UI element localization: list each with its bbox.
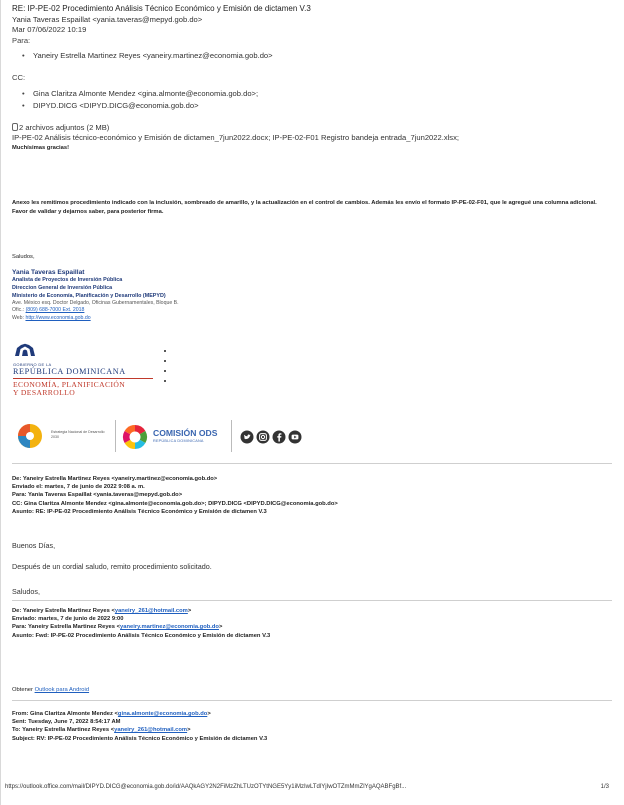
fw2-from: De: Yaneiry Estrella Martinez Reyes <yan… (12, 608, 192, 614)
email-from: Yania Taveras Espaillat <yania.taveras@m… (12, 14, 203, 24)
comision-ods-text: COMISIÓN ODS (153, 428, 218, 438)
footer-url: https://outlook.office.com/mail/DIPYD.DI… (5, 784, 407, 790)
signature-dept: Direccion General de Inversión Pública (12, 285, 113, 291)
fw3-from-link[interactable]: gina.almonte@economia.gob.do (118, 711, 207, 717)
attachments-count: 2 archivos adjuntos (2 MB) (19, 122, 110, 132)
ministry-line-2: Y DESARROLLO (13, 388, 76, 398)
fw1-subject: Asunto: RE: IP-PE-02 Procedimiento Análi… (12, 508, 267, 515)
gov-big-text: REPÚBLICA DOMINICANA (13, 367, 126, 376)
forwarded-header-3: From: Gina Claritza Almonte Mendez <gina… (12, 710, 612, 743)
outlook-android-link[interactable]: Outlook para Android (35, 687, 89, 693)
fw2-to: Para: Yaneiry Estrella Martinez Reyes <y… (12, 624, 223, 631)
divider (12, 700, 612, 701)
para-list: Yaneiry Estrella Martinez Reyes <yaneiry… (22, 50, 612, 62)
fw3-from: From: Gina Claritza Almonte Mendez <gina… (12, 711, 211, 717)
ods-wheel-icon (122, 425, 148, 449)
divider (12, 463, 612, 464)
cc-recipient[interactable]: DIPYD.DICG <DIPYD.DICG@economia.gob.do> (22, 100, 612, 112)
forwarded-header-1: De: Yaneiry Estrella Martinez Reyes <yan… (12, 475, 612, 516)
fw3-to: To: Yaneiry Estrella Martinez Reyes <yan… (12, 727, 191, 734)
page-number: 1/3 (600, 784, 609, 790)
fw1-sent: Enviado el: martes, 7 de junio de 2022 9… (12, 484, 145, 491)
fw2-from-link[interactable]: yaneiry_261@hotmail.com (115, 608, 188, 614)
signature: Yania Taveras Espaillat Analista de Proy… (12, 269, 612, 322)
attachments-summary[interactable]: 2 archivos adjuntos (2 MB) (12, 122, 612, 134)
body-closing: Saludos, (12, 254, 35, 260)
obtener-text: Obtener (12, 687, 33, 693)
comision-sub-text: REPÚBLICA DOMINICANA (153, 439, 204, 443)
fw2-sent: Enviado: martes, 7 de junio de 2022 9:00 (12, 616, 124, 623)
twitter-icon[interactable] (240, 430, 254, 444)
youtube-icon[interactable] (288, 430, 302, 444)
signature-address: Ave. México esq. Doctor Delgado, Oficina… (12, 300, 179, 307)
fw3-sent: Sent: Tuesday, June 7, 2022 8:54:17 AM (12, 719, 121, 726)
fw1-cc: CC: Gina Claritza Almonte Mendez <gina.a… (12, 500, 338, 507)
email-body: Anexo les remitimos procedimiento indica… (12, 199, 612, 216)
instagram-icon[interactable] (256, 430, 270, 444)
signature-title: Analista de Proyectos de Inversión Públi… (12, 277, 123, 284)
fw2-subject: Asunto: Fwd: IP-PE-02 Procedimiento Anál… (12, 632, 271, 639)
fw3-subject: Subject: RV: IP-PE-02 Procedimiento Anál… (12, 735, 268, 742)
estrategia-logo-icon (18, 424, 42, 448)
coat-of-arms-icon (15, 343, 35, 356)
email-header: RE: IP-PE-02 Procedimiento Análisis Técn… (12, 4, 612, 152)
facebook-icon[interactable] (272, 430, 286, 444)
email-subject: RE: IP-PE-02 Procedimiento Análisis Técn… (12, 4, 311, 13)
email-print-page: RE: IP-PE-02 Procedimiento Análisis Técn… (0, 0, 624, 805)
phone-link[interactable]: (809) 688-7000 Ext. 2018 (26, 307, 85, 313)
fw2-to-link[interactable]: yaneiry.martinez@economia.gob.do (120, 624, 219, 630)
cc-label: CC: (12, 73, 26, 82)
web-label: Web: (12, 314, 25, 321)
para-recipient[interactable]: Yaneiry Estrella Martinez Reyes <yaneiry… (22, 50, 612, 62)
signature-name: Yania Taveras Espaillat (12, 269, 85, 276)
attachments-list[interactable]: IP-PE-02 Análisis técnico-económico y Em… (12, 133, 612, 144)
phone-label: Ofic.: (12, 307, 25, 314)
attachment-icon (12, 122, 18, 131)
government-logo: GOBIERNO DE LA REPÚBLICA DOMINICANA ECON… (13, 343, 173, 413)
outlook-promo: Obtener Outlook para Android (12, 686, 612, 694)
forwarded-header-2: De: Yaneiry Estrella Martinez Reyes <yan… (12, 607, 612, 640)
social-icons (240, 430, 302, 449)
fw1-closing: Saludos, (12, 587, 40, 596)
fw1-greeting: Buenos Días, (12, 541, 56, 550)
fw3-to-link[interactable]: yaneiry_261@hotmail.com (114, 727, 187, 733)
email-date: Mar 07/06/2022 10:19 (12, 25, 87, 34)
dot-separator (164, 350, 168, 398)
fw1-text: Después de un cordial saludo, remito pro… (12, 562, 212, 571)
divider (12, 600, 612, 601)
estrategia-text: Estrategia Nacional de Desarrollo 2030 (51, 430, 105, 439)
web-link[interactable]: http://www.economia.gob.do (25, 315, 90, 321)
signature-web-row: Web: http://www.economia.gob.do (12, 315, 612, 322)
print-footer: https://outlook.office.com/mail/DIPYD.DI… (5, 784, 621, 790)
cc-list: Gina Claritza Almonte Mendez <gina.almon… (22, 88, 612, 112)
brand-row: Estrategia Nacional de Desarrollo 2030 C… (13, 418, 333, 456)
body-paragraph: Favor de validar y dejarnos saber, para … (12, 208, 164, 215)
fw1-from: De: Yaneiry Estrella Martinez Reyes <yan… (12, 476, 218, 482)
body-paragraph: Anexo les remitimos procedimiento indica… (12, 200, 597, 206)
fw1-to: Para: Yania Taveras Espaillat <yania.tav… (12, 492, 183, 499)
signature-phone-row: Ofic.: (809) 688-7000 Ext. 2018 (12, 307, 612, 314)
para-label: Para: (12, 35, 31, 45)
signature-ministry: Ministerio de Economía, Planificación y … (12, 292, 166, 299)
body-greeting: Muchísimas gracias! (12, 144, 70, 151)
cc-recipient[interactable]: Gina Claritza Almonte Mendez <gina.almon… (22, 88, 612, 100)
